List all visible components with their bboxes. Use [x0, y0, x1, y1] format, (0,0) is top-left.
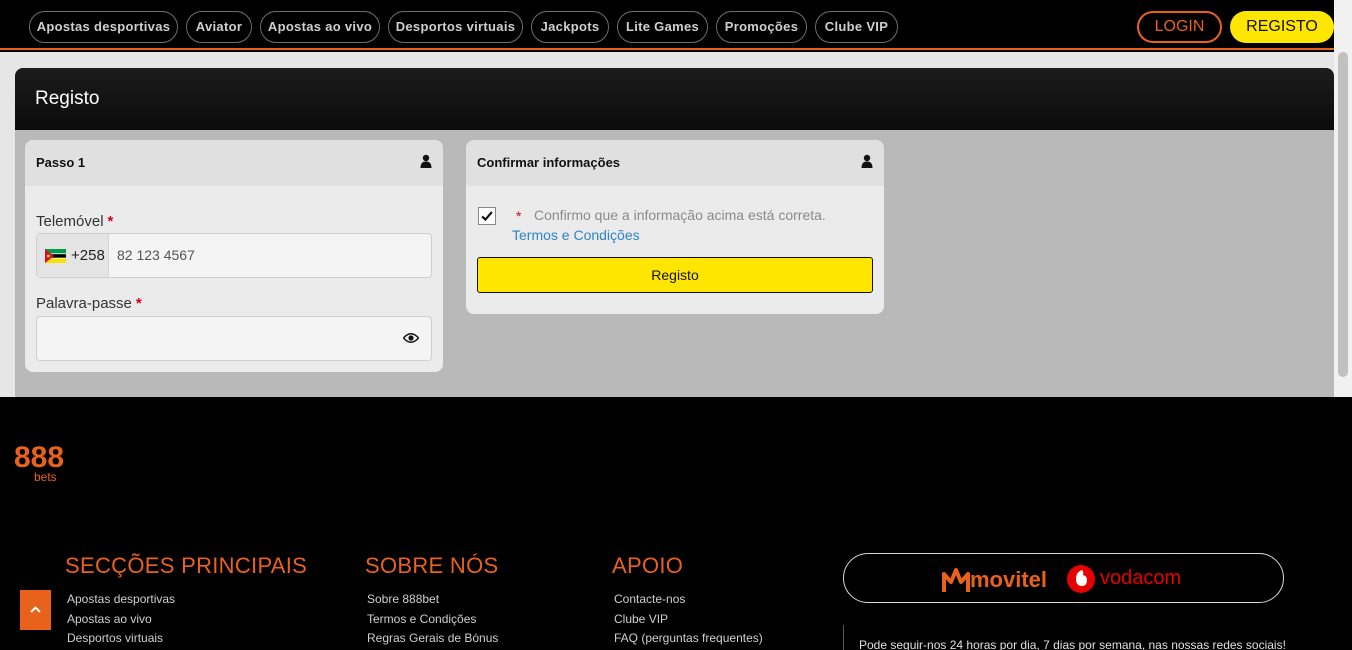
footer-link[interactable]: Desportos virtuais — [67, 631, 163, 645]
page-title: Registo — [35, 88, 100, 109]
svg-text:bets: bets — [34, 470, 57, 484]
eye-icon[interactable] — [403, 332, 419, 344]
user-icon — [420, 154, 432, 168]
mozambique-flag-icon — [45, 249, 66, 263]
scrollbar[interactable] — [1334, 0, 1352, 397]
footer-link[interactable]: Apostas desportivas — [67, 592, 175, 606]
confirm-required-mark: * — [516, 208, 522, 224]
phone-required-mark: * — [107, 213, 114, 230]
scrollbar-thumb[interactable] — [1338, 52, 1348, 377]
nav-clube-vip[interactable]: Clube VIP — [815, 11, 898, 43]
vodacom-text: vodacom — [1100, 567, 1182, 589]
footer-section-title: SOBRE NÓS — [365, 553, 499, 578]
step1-card: Passo 1 Telemóvel * +258 82 123 4567 Pal… — [25, 140, 443, 372]
password-input[interactable] — [36, 316, 432, 361]
nav-desportos-virtuais[interactable]: Desportos virtuais — [388, 11, 523, 43]
footer: 888 bets SECÇÕES PRINCIPAIS Apostas desp… — [0, 397, 1352, 650]
confirm-card: Confirmar informações * Confirmo que a i… — [466, 140, 884, 314]
follow-us-text: Pode seguir-nos 24 horas por dia, 7 dias… — [859, 638, 1286, 650]
nav-aviator[interactable]: Aviator — [186, 11, 252, 43]
footer-link[interactable]: Contacte-nos — [614, 592, 685, 606]
phone-field[interactable]: +258 82 123 4567 — [36, 233, 432, 278]
password-required-mark: * — [135, 295, 142, 312]
chevron-up-icon — [30, 606, 41, 613]
footer-section-title: APOIO — [612, 553, 684, 578]
country-code-selector[interactable]: +258 — [37, 234, 109, 277]
footer-link[interactable]: Sobre 888bet — [367, 592, 439, 606]
footer-link[interactable]: Apostas ao vivo — [67, 612, 152, 626]
country-code: +258 — [71, 247, 105, 264]
nav-lite-games[interactable]: Lite Games — [617, 11, 708, 43]
movitel-logo: movitel — [942, 565, 1062, 595]
panel-header: Registo — [15, 68, 1334, 130]
confirm-text: Confirmo que a informação acima está cor… — [534, 207, 826, 223]
step1-title: Passo 1 — [36, 155, 86, 170]
nav-jackpots[interactable]: Jackpots — [531, 11, 609, 43]
register-button[interactable]: REGISTO — [1230, 11, 1334, 43]
checkmark-icon — [481, 211, 493, 222]
nav-promocoes[interactable]: Promoções — [716, 11, 807, 43]
nav-apostas-desportivas[interactable]: Apostas desportivas — [29, 11, 178, 43]
confirm-card-header: Confirmar informações — [466, 140, 884, 186]
movitel-text: movitel — [970, 567, 1048, 592]
divider — [843, 625, 844, 650]
phone-input[interactable]: 82 123 4567 — [117, 247, 195, 263]
login-button[interactable]: LOGIN — [1137, 11, 1222, 43]
nav-apostas-ao-vivo[interactable]: Apostas ao vivo — [260, 11, 380, 43]
footer-link[interactable]: FAQ (perguntas frequentes) — [614, 631, 763, 645]
phone-label: Telemóvel * — [36, 213, 114, 230]
password-label: Palavra-passe * — [36, 295, 142, 312]
movitel-m-icon — [942, 568, 970, 592]
user-icon — [861, 154, 873, 168]
step1-card-header: Passo 1 — [25, 140, 443, 186]
terms-link[interactable]: Termos e Condições — [512, 227, 640, 243]
submit-register-button[interactable]: Registo — [477, 257, 873, 293]
confirm-title: Confirmar informações — [477, 155, 621, 170]
vodacom-speechmark-icon — [1067, 565, 1095, 593]
footer-link[interactable]: Clube VIP — [614, 612, 668, 626]
registration-panel: Registo Passo 1 Telemóvel * +258 82 123 … — [15, 68, 1334, 397]
footer-section-title: SECÇÕES PRINCIPAIS — [65, 553, 308, 578]
vodacom-logo: vodacom — [1066, 564, 1196, 594]
back-to-top-button[interactable] — [20, 590, 51, 630]
888bets-logo[interactable]: 888 bets — [14, 441, 66, 485]
partners-box: movitel vodacom — [843, 553, 1284, 603]
top-navigation: Apostas desportivas Aviator Apostas ao v… — [0, 0, 1352, 50]
footer-link[interactable]: Regras Gerais de Bónus — [367, 631, 498, 645]
footer-link[interactable]: Termos e Condições — [367, 612, 476, 626]
confirm-checkbox[interactable] — [478, 207, 496, 225]
